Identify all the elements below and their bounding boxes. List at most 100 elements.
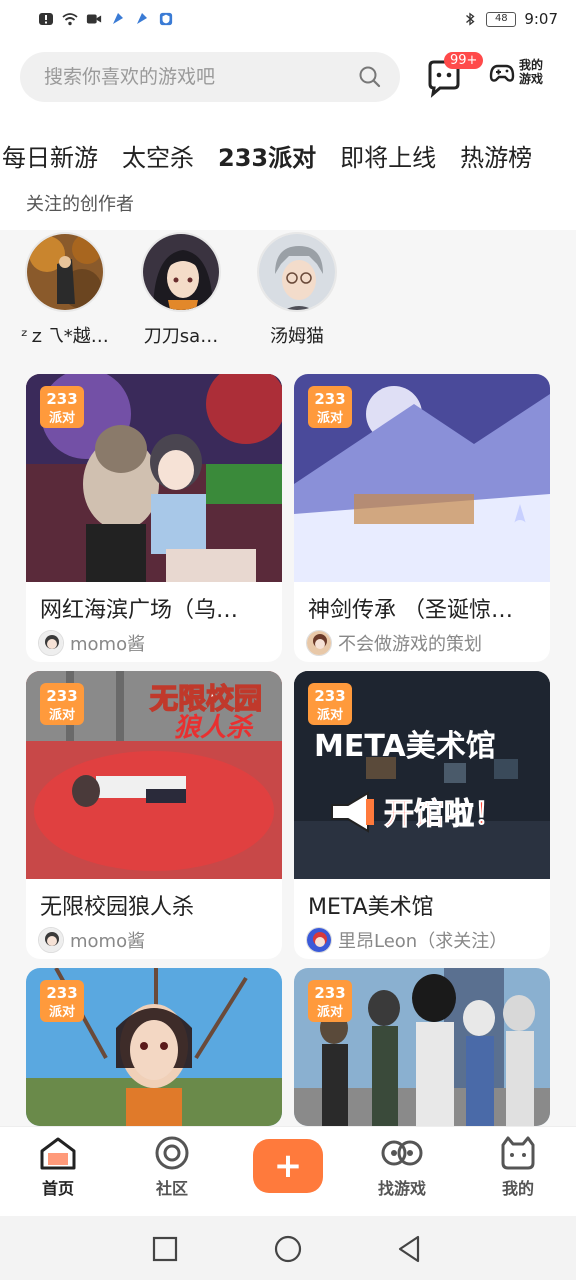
creator-name: 汤姆猫 <box>270 326 324 347</box>
game-thumbnail[interactable]: 233 派对 META美术馆 开馆啦！ <box>294 671 550 879</box>
nav-home-label: 首页 <box>41 1179 74 1198</box>
profile-icon <box>501 1136 535 1170</box>
233-party-tag-icon: 233 派对 <box>308 386 352 428</box>
game-thumbnail[interactable]: 233 派对 无限校园 狼人杀 <box>26 671 282 879</box>
game-author[interactable]: momo酱 <box>38 630 145 656</box>
creator-item[interactable]: 刀刀sa… <box>136 232 226 348</box>
tab-hot-games[interactable]: 热游榜 <box>448 138 544 173</box>
game-banner-text: META美术馆 <box>314 729 496 764</box>
author-name: 不会做游戏的策划 <box>338 634 482 655</box>
avatar[interactable] <box>25 232 105 312</box>
nav-community-label: 社区 <box>155 1179 188 1198</box>
svg-text:派对: 派对 <box>317 1004 343 1020</box>
wifi-icon <box>62 13 78 26</box>
avatar <box>306 630 332 656</box>
plus-icon: + <box>273 1146 303 1186</box>
home-circle-icon[interactable] <box>274 1235 302 1263</box>
video-icon <box>86 14 102 24</box>
tab-daily-new[interactable]: 每日新游 <box>0 138 110 173</box>
find-games-icon <box>381 1140 423 1166</box>
233-party-tag-icon: 233 派对 <box>40 386 84 428</box>
tab-space-kill[interactable]: 太空杀 <box>110 138 206 173</box>
game-card[interactable]: 233 派对 网红海滨广场（乌… momo酱 <box>26 374 282 662</box>
game-thumbnail[interactable]: 233 派对 <box>294 374 550 582</box>
svg-text:派对: 派对 <box>49 1004 75 1020</box>
home-icon <box>40 1137 76 1170</box>
clock: 9:07 <box>524 10 558 28</box>
nav-mine-label: 我的 <box>501 1179 534 1198</box>
message-badge: 99+ <box>444 52 484 69</box>
game-thumbnail[interactable]: 233 派对 <box>294 968 550 1126</box>
my-games-label: 我的游戏 <box>519 58 544 86</box>
search-icon[interactable] <box>358 65 382 89</box>
nav-community[interactable]: 社区 <box>132 1135 212 1199</box>
game-title[interactable]: 网红海滨广场（乌… <box>40 592 268 624</box>
creator-item[interactable]: ᶻｚ乁*越… <box>20 232 110 348</box>
search-input[interactable] <box>44 66 358 88</box>
system-navigation-bar <box>0 1216 576 1280</box>
avatar[interactable] <box>257 232 337 312</box>
creators-row: ᶻｚ乁*越… 刀刀sa… 汤姆猫 <box>0 230 576 358</box>
recent-apps-icon[interactable] <box>152 1236 178 1262</box>
search-bar[interactable] <box>20 52 400 102</box>
svg-text:派对: 派对 <box>49 410 75 426</box>
svg-text:233: 233 <box>314 390 345 408</box>
app-notification-icon <box>137 13 147 24</box>
game-author[interactable]: 不会做游戏的策划 <box>306 630 482 656</box>
creator-name: ᶻｚ乁*越… <box>21 326 109 347</box>
my-games-button[interactable]: 我的游戏 <box>488 58 553 86</box>
game-author[interactable]: 里昂Leon（求关注） <box>306 927 507 953</box>
233-party-tag-icon: 233 派对 <box>308 980 352 1022</box>
author-name: 里昂Leon（求关注） <box>338 931 508 952</box>
game-card[interactable]: 233 派对 无限校园 狼人杀 无限校园狼人杀 momo酱 <box>26 671 282 959</box>
avatar <box>38 927 64 953</box>
game-thumbnail[interactable]: 233 派对 <box>26 374 282 582</box>
nav-home[interactable]: 首页 <box>18 1135 98 1199</box>
game-banner-subtext: 开馆啦！ <box>384 797 505 833</box>
megaphone-icon <box>331 791 374 833</box>
game-author[interactable]: momo酱 <box>38 927 145 953</box>
svg-text:派对: 派对 <box>317 410 343 426</box>
game-card[interactable]: 233 派对 <box>26 968 282 1126</box>
svg-text:233: 233 <box>46 687 77 705</box>
game-title[interactable]: 神剑传承 （圣诞惊… <box>308 592 536 624</box>
game-thumbnail[interactable]: 233 派对 <box>26 968 282 1126</box>
creator-item[interactable]: 汤姆猫 <box>252 232 342 348</box>
game-title[interactable]: 无限校园狼人杀 <box>40 889 268 921</box>
233-party-tag-icon: 233 派对 <box>40 683 84 725</box>
avatar <box>38 630 64 656</box>
app-notification-icon <box>113 13 123 24</box>
alert-icon <box>39 13 53 25</box>
233-party-tag-icon: 233 派对 <box>40 980 84 1022</box>
game-title[interactable]: META美术馆 <box>308 889 536 921</box>
bluetooth-icon <box>466 12 475 26</box>
avatar <box>306 927 332 953</box>
game-card[interactable]: 233 派对 神剑传承 （圣诞惊… 不会做游戏的策划 <box>294 374 550 662</box>
avatar[interactable] <box>141 232 221 312</box>
create-button[interactable]: + <box>253 1139 323 1193</box>
followed-creators-title: 关注的创作者 <box>26 194 134 215</box>
game-card[interactable]: 233 派对 <box>294 968 550 1126</box>
back-icon[interactable] <box>396 1235 422 1263</box>
game-banner-subtext: 狼人杀 <box>174 713 253 743</box>
header: 99+ 我的游戏 每日新游 太空杀 233派对 即将上线 热游榜 关注的创作者 <box>0 38 576 230</box>
category-tabs: 每日新游 太空杀 233派对 即将上线 热游榜 <box>0 132 576 178</box>
tab-233-party[interactable]: 233派对 <box>206 138 328 175</box>
status-bar: 48 9:07 <box>0 0 576 38</box>
game-card[interactable]: 233 派对 META美术馆 开馆啦！ META美术馆 里昂Leon（求关注） <box>294 671 550 959</box>
nav-mine[interactable]: 我的 <box>478 1135 558 1199</box>
tab-coming-soon[interactable]: 即将上线 <box>328 138 448 173</box>
nav-find-games-label: 找游戏 <box>377 1179 426 1198</box>
nav-find-games[interactable]: 找游戏 <box>362 1135 442 1199</box>
creator-name: 刀刀sa… <box>143 326 219 347</box>
svg-text:233: 233 <box>46 984 77 1002</box>
svg-text:233: 233 <box>314 984 345 1002</box>
gamepad-icon <box>489 64 515 82</box>
battery-icon: 48 <box>486 11 517 27</box>
community-icon <box>155 1136 189 1170</box>
bottom-navigation: 首页 社区 + 找游戏 我的 <box>0 1126 576 1216</box>
svg-text:233: 233 <box>314 687 345 705</box>
battery-level: 48 <box>494 12 508 24</box>
app-notification-icon <box>159 12 173 26</box>
svg-text:233: 233 <box>46 390 77 408</box>
